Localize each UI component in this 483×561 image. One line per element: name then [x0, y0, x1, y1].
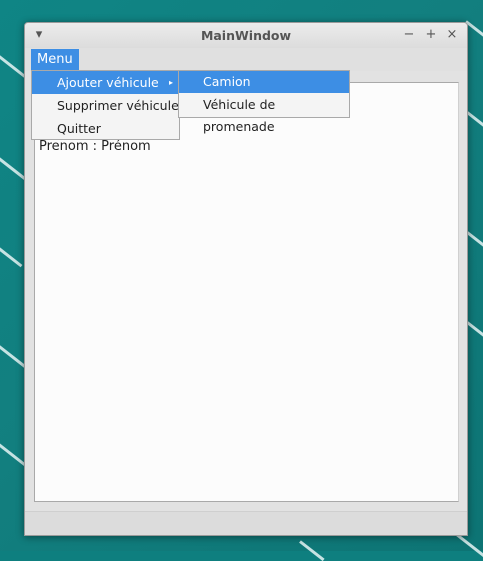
- title-bar[interactable]: ▾ MainWindow − + ×: [25, 23, 467, 48]
- menu-item-label: Quitter: [57, 121, 101, 136]
- menu-dropdown: Ajouter véhicule ▸ Supprimer véhicule Qu…: [31, 70, 180, 140]
- menu-item-quitter[interactable]: Quitter: [32, 117, 179, 140]
- status-bar: [25, 511, 467, 535]
- menu-item-label: Ajouter véhicule: [57, 75, 159, 90]
- prenom-label: Prenom : Prénom: [39, 139, 151, 154]
- submenu-item-camion[interactable]: Camion: [179, 71, 349, 93]
- submenu-item-label: Camion: [203, 74, 251, 89]
- wallpaper-stripe: [0, 240, 23, 268]
- submenu-item-label: Véhicule de promenade: [203, 97, 276, 134]
- menu-button[interactable]: Menu: [31, 49, 79, 71]
- submenu-item-vehicule-de-promenade[interactable]: Véhicule de promenade: [179, 94, 349, 134]
- menu-bar: Menu: [25, 48, 467, 71]
- close-icon[interactable]: ×: [444, 26, 460, 44]
- minimize-icon[interactable]: −: [401, 26, 417, 44]
- menu-item-ajouter-vehicule[interactable]: Ajouter véhicule ▸: [32, 71, 179, 94]
- submenu-ajouter-vehicule: Camion Véhicule de promenade: [178, 70, 350, 134]
- menu-item-supprimer-vehicule[interactable]: Supprimer véhicule: [32, 94, 179, 117]
- maximize-icon[interactable]: +: [423, 26, 439, 44]
- submenu-arrow-icon: ▸: [168, 78, 173, 87]
- menu-item-label: Supprimer véhicule: [57, 98, 179, 113]
